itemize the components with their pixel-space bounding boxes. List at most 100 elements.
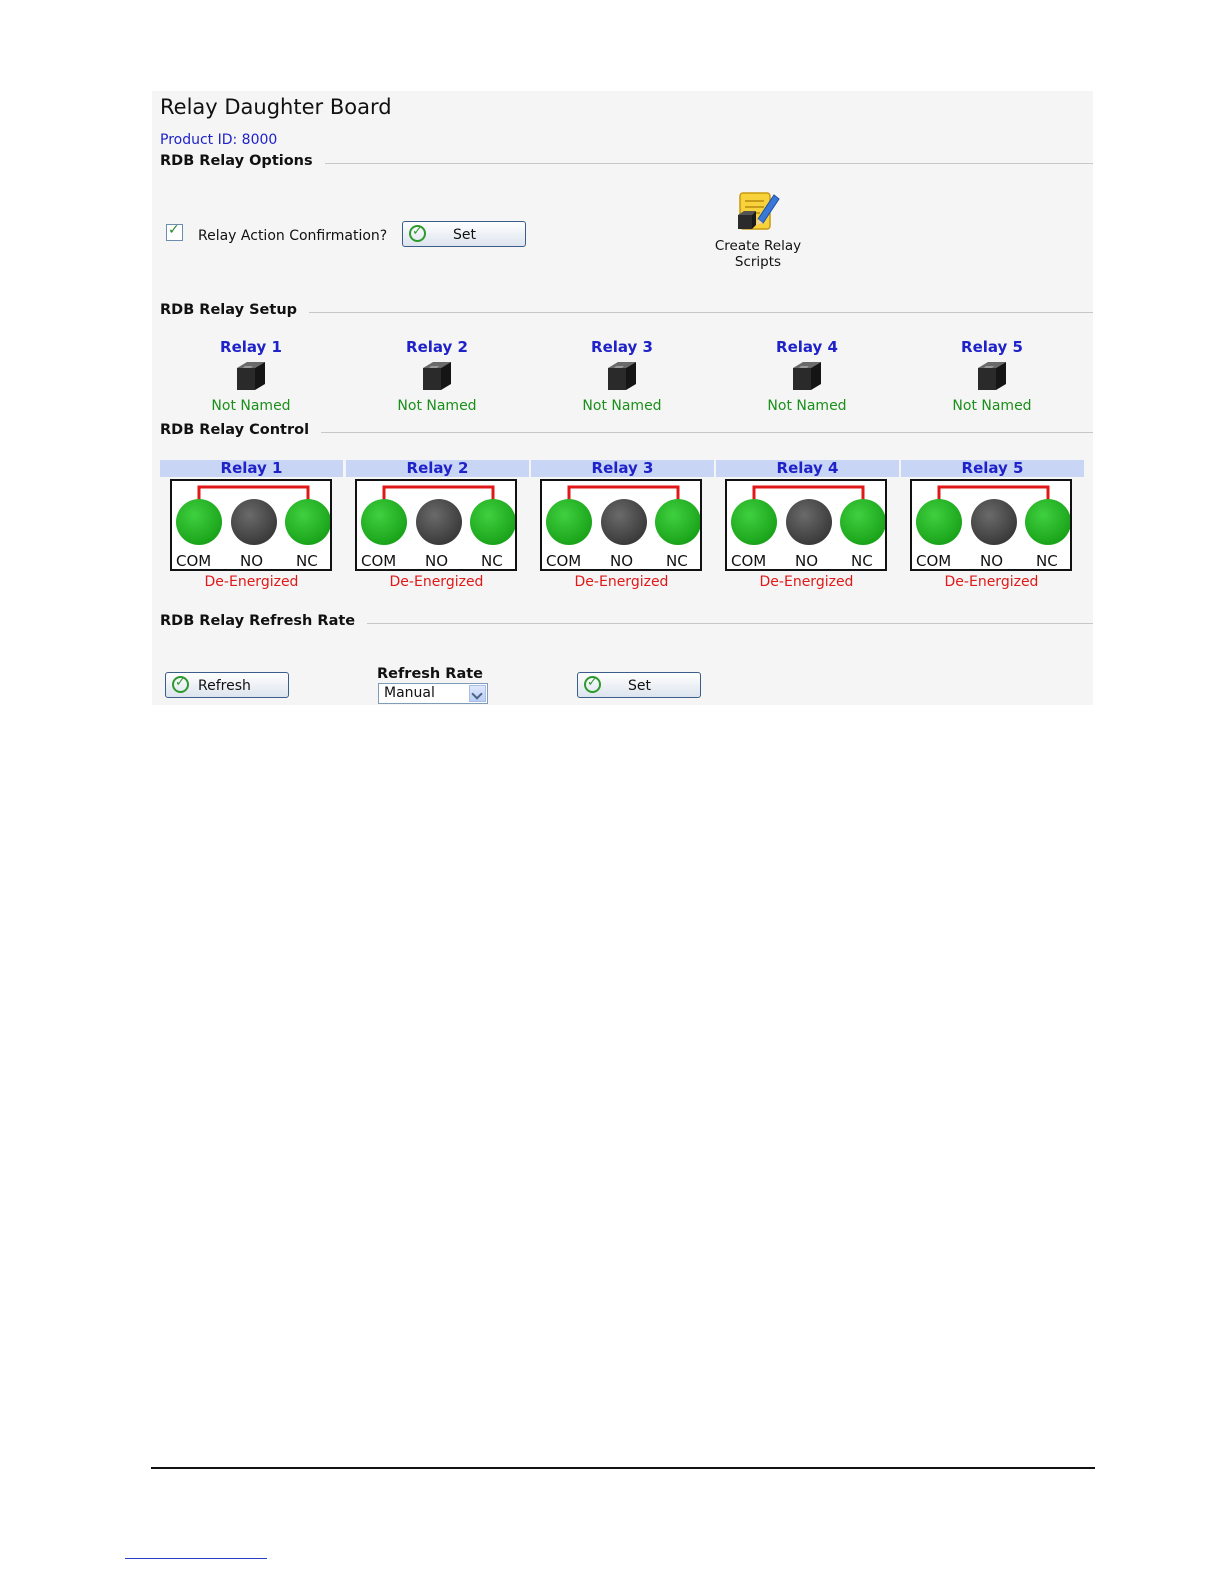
refresh-rate-label: Refresh Rate [377,666,484,682]
no-terminal-indicator [786,499,832,545]
relay-status: Not Named [767,398,847,414]
relay-icon [608,362,636,390]
footer-divider [151,1467,1095,1469]
nc-terminal-indicator [840,499,885,545]
relay-3-state: De-Energized [574,574,669,590]
relay-status: Not Named [952,398,1032,414]
relay-terminal-diagram: COM NO NC [731,485,885,569]
com-terminal-label: COM [916,552,951,569]
com-terminal-indicator [731,499,777,545]
section-label: RDB Relay Refresh Rate [160,613,368,629]
nc-terminal-indicator [470,499,515,545]
create-relay-scripts-button[interactable]: Create Relay Scripts [708,189,808,269]
relay-status: Not Named [397,398,477,414]
nc-terminal-label: NC [481,552,503,569]
no-terminal-label: NO [980,552,1003,569]
nc-terminal-indicator [1025,499,1070,545]
create-relay-scripts-label-1: Create Relay [714,238,802,254]
no-terminal-indicator [971,499,1017,545]
control-relay-2-header: Relay 2 [346,460,529,477]
relay-action-confirmation-label: Relay Action Confirmation? [198,228,388,244]
com-terminal-label: COM [546,552,581,569]
com-terminal-indicator [361,499,407,545]
relay-1-state: De-Energized [204,574,299,590]
relay-2-control[interactable]: COM NO NC [355,479,517,571]
refresh-button-label: Refresh [198,678,251,694]
setup-relay-3[interactable]: Relay 3 Not Named [552,338,692,414]
script-pencil-icon [738,192,780,230]
control-relay-3-header: Relay 3 [531,460,714,477]
relay-terminal-diagram: COM NO NC [176,485,330,569]
relay-4-state: De-Energized [759,574,854,590]
relay-5-control[interactable]: COM NO NC [910,479,1072,571]
nc-terminal-label: NC [1036,552,1058,569]
setup-relay-2[interactable]: Relay 2 Not Named [367,338,507,414]
check-circle-icon [584,675,601,693]
relay-daughter-board-panel: Relay Daughter Board Product ID: 8000 RD… [152,91,1093,705]
setup-relay-4[interactable]: Relay 4 Not Named [737,338,877,414]
refresh-button[interactable]: Refresh [165,672,289,698]
refresh-rate-select[interactable]: Manual [378,683,488,704]
relay-terminal-diagram: COM NO NC [546,485,700,569]
refresh-rate-value: Manual [384,685,435,701]
relay-terminal-diagram: COM NO NC [361,485,515,569]
section-relay-control: RDB Relay Control [160,422,1093,442]
setup-relay-5[interactable]: Relay 5 Not Named [922,338,1062,414]
section-relay-options: RDB Relay Options [160,153,1093,173]
nc-terminal-indicator [285,499,330,545]
chevron-down-icon[interactable] [469,685,486,702]
relay-action-confirmation-checkbox[interactable] [166,222,183,241]
nc-terminal-indicator [655,499,700,545]
relay-terminal-diagram: COM NO NC [916,485,1070,569]
relay-2-state: De-Energized [389,574,484,590]
relay-icon [423,362,451,390]
no-terminal-label: NO [795,552,818,569]
relay-name: Relay 4 [776,338,838,356]
no-terminal-indicator [416,499,462,545]
no-terminal-label: NO [240,552,263,569]
set-refresh-rate-button[interactable]: Set [577,672,701,698]
relay-icon [978,362,1006,390]
no-terminal-indicator [601,499,647,545]
com-terminal-indicator [546,499,592,545]
section-relay-setup: RDB Relay Setup [160,302,1093,322]
relay-status: Not Named [582,398,662,414]
relay-1-control[interactable]: COM NO NC [170,479,332,571]
product-id: Product ID: 8000 [160,132,278,148]
com-terminal-label: COM [176,552,211,569]
set-button-label: Set [628,678,651,694]
relay-3-control[interactable]: COM NO NC [540,479,702,571]
control-relay-5-header: Relay 5 [901,460,1084,477]
section-label: RDB Relay Setup [160,302,310,318]
section-relay-refresh-rate: RDB Relay Refresh Rate [160,613,1093,633]
relay-name: Relay 1 [220,338,282,356]
relay-status: Not Named [211,398,291,414]
com-terminal-label: COM [361,552,396,569]
com-terminal-indicator [916,499,962,545]
section-label: RDB Relay Options [160,153,325,169]
no-terminal-label: NO [425,552,448,569]
control-relay-1-header: Relay 1 [160,460,343,477]
nc-terminal-label: NC [296,552,318,569]
section-label: RDB Relay Control [160,422,322,438]
relay-name: Relay 3 [591,338,653,356]
no-terminal-indicator [231,499,277,545]
setup-relay-1[interactable]: Relay 1 Not Named [181,338,321,414]
check-circle-icon [409,224,426,242]
relay-4-control[interactable]: COM NO NC [725,479,887,571]
com-terminal-label: COM [731,552,766,569]
set-button-label: Set [453,227,476,243]
no-terminal-label: NO [610,552,633,569]
footer-link-underline [125,1558,267,1559]
control-relay-4-header: Relay 4 [716,460,899,477]
set-confirmation-button[interactable]: Set [402,221,526,247]
nc-terminal-label: NC [851,552,873,569]
nc-terminal-label: NC [666,552,688,569]
check-circle-icon [172,675,189,693]
relay-icon [237,362,265,390]
page-title: Relay Daughter Board [160,95,392,119]
create-relay-scripts-label-2: Scripts [734,254,782,270]
relay-name: Relay 5 [961,338,1023,356]
relay-5-state: De-Energized [944,574,1039,590]
com-terminal-indicator [176,499,222,545]
